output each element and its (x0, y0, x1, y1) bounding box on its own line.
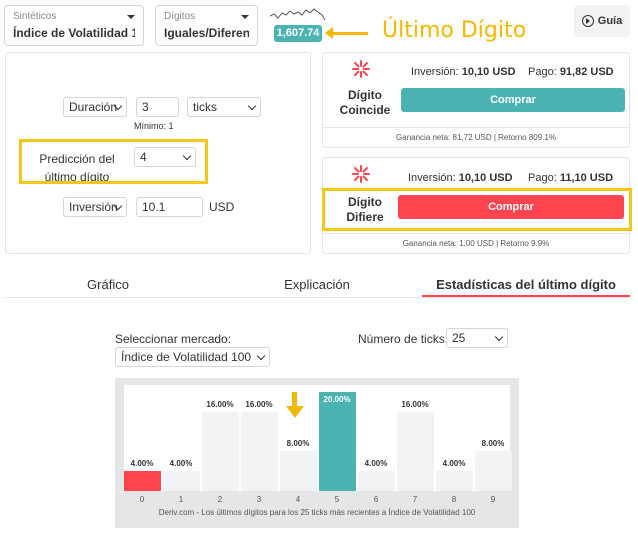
trade-type-selector[interactable]: Dígitos Iguales/Diferen... (155, 5, 258, 46)
duration-min-hint: Mínimo: 1 (134, 121, 174, 131)
card-footer-matches: Ganancia neta: 81,72 USD | Retorno 809.1… (323, 127, 629, 147)
payout-value: 91,82 USD (559, 66, 614, 78)
digit-axis-label-0: 0 (139, 495, 145, 504)
digit-axis-label-9: 9 (490, 495, 496, 504)
stake-info-differs: Inversión: 10,10 USD (408, 172, 513, 184)
digit-pct-label-5: 20.00% (323, 395, 351, 404)
stake-value: 10,10 USD (458, 172, 513, 184)
stake-currency: USD (209, 200, 235, 214)
digit-axis-label-5: 5 (334, 495, 340, 504)
digit-axis-label-7: 7 (412, 495, 418, 504)
stats-market-value: Índice de Volatilidad 100 (121, 350, 252, 364)
duration-value: 3 (142, 100, 149, 114)
stake-value: 10,10 USD (461, 66, 516, 78)
stake-label: Inversión: (408, 172, 456, 184)
digit-pct-label-8: 4.00% (442, 459, 466, 468)
duration-type-value: Duración (69, 100, 118, 114)
digit-bar-6 (358, 471, 395, 491)
tab-last-digit-stats[interactable]: Estadísticas del último dígito (422, 277, 630, 292)
duration-unit-value: ticks (193, 100, 217, 114)
digit-bar-0 (124, 471, 161, 491)
play-circle-icon (581, 15, 594, 27)
ticks-count-label: Número de ticks: (358, 332, 449, 346)
guide-button[interactable]: Guía (574, 5, 630, 37)
last-digit-chart: 4.00% 4.00% 16.00% 16.00% 8.00% 20.00% 4.00% 16… (115, 378, 519, 528)
market-select-label: Seleccionar mercado: (115, 332, 232, 346)
buy-button-matches[interactable]: Comprar (401, 88, 625, 112)
caret-down-icon (241, 15, 249, 19)
digit-axis-label-3: 3 (256, 495, 262, 504)
stats-market-dropdown[interactable]: Índice de Volatilidad 100 (115, 347, 270, 367)
digit-pct-label-4: 8.00% (286, 439, 310, 448)
payout-info-differs: Pago: 11,10 USD (528, 172, 613, 184)
digit-bar-1 (163, 471, 200, 491)
digit-bar-4 (280, 451, 317, 491)
ticks-count-dropdown[interactable]: 25 (446, 328, 508, 348)
stake-type-dropdown[interactable]: Inversión (63, 197, 127, 217)
digit-pct-label-7: 16.00% (401, 400, 429, 409)
market-selector-label: Sintéticos (13, 11, 57, 22)
digit-bar-5 (319, 392, 356, 491)
chevron-down-icon (256, 351, 266, 361)
digit-bar-2 (202, 412, 239, 491)
caret-down-icon (127, 15, 135, 19)
duration-unit-dropdown[interactable]: ticks (187, 97, 261, 117)
tab-chart[interactable]: Gráfico (68, 277, 148, 292)
trade-name-matches: Dígito Coincide (339, 88, 391, 117)
annotation-arrow-down-icon (286, 406, 304, 418)
prediction-highlight-box (19, 139, 208, 184)
stake-amount-value: 10.1 (142, 200, 166, 214)
payout-label: Pago: (528, 172, 557, 184)
stake-type-value: Inversión (69, 200, 118, 214)
chevron-down-icon (494, 332, 504, 342)
ticks-count-value: 25 (452, 331, 466, 345)
payout-value: 11,10 USD (559, 172, 614, 184)
digit-bar-7 (397, 412, 434, 491)
stake-label: Inversión: (411, 66, 459, 78)
duration-value-input[interactable]: 3 (136, 97, 179, 117)
sparkline-icon (270, 8, 326, 21)
card-footer-differs: Ganancia neta: 1,00 USD | Retorno 9.9% (323, 233, 629, 253)
differs-highlight-box (322, 188, 632, 231)
stake-amount-input[interactable]: 10.1 (136, 197, 203, 217)
tab-active-indicator (422, 295, 630, 297)
chevron-down-icon (247, 101, 257, 111)
tab-explanation[interactable]: Explicación (267, 277, 367, 292)
annotation-arrow-shaft (330, 32, 368, 35)
digit-bar-9 (475, 451, 512, 491)
chart-footer: Deriv.com - Los últimos dígitos para los… (158, 508, 476, 517)
annotation-last-digit: Último Dígito (382, 18, 527, 43)
digit-bar-3 (241, 412, 278, 491)
digit-pct-label-3: 16.00% (245, 400, 273, 409)
purchase-card-matches: Dígito Coincide Inversión: 10,10 USD Pag… (322, 52, 630, 148)
digit-pct-label-2: 16.00% (206, 400, 234, 409)
stake-info-matches: Inversión: 10,10 USD (411, 66, 516, 78)
tab-divider (5, 297, 630, 298)
digit-axis-label-8: 8 (451, 495, 457, 504)
payout-label: Pago: (528, 66, 557, 78)
trade-type-selector-label: Dígitos (164, 11, 196, 22)
chart-plot-area: 4.00% 4.00% 16.00% 16.00% 8.00% 20.00% 4.00% 16… (124, 385, 512, 491)
market-selector[interactable]: Sintéticos Índice de Volatilidad 100 (4, 5, 144, 46)
digit-pct-label-6: 4.00% (364, 459, 388, 468)
digit-pct-label-1: 4.00% (169, 459, 193, 468)
payout-info-matches: Pago: 91,82 USD (528, 66, 614, 78)
digit-pct-label-9: 8.00% (481, 439, 505, 448)
digit-axis-label-1: 1 (178, 495, 184, 504)
market-selector-value: Índice de Volatilidad 100 (13, 26, 135, 40)
current-price-badge: 1,607.74 (274, 25, 322, 42)
digit-axis-label-6: 6 (373, 495, 379, 504)
digit-matches-icon (352, 60, 370, 78)
trade-type-selector-value: Iguales/Diferen... (164, 26, 249, 40)
guide-button-label: Guía (597, 15, 623, 27)
digit-pct-label-0: 4.00% (130, 459, 154, 468)
digit-axis-label-2: 2 (217, 495, 223, 504)
digit-axis-label-4: 4 (295, 495, 301, 504)
duration-type-dropdown[interactable]: Duración (63, 97, 127, 117)
digit-bar-8 (436, 471, 473, 491)
digit-differs-icon (352, 165, 370, 183)
